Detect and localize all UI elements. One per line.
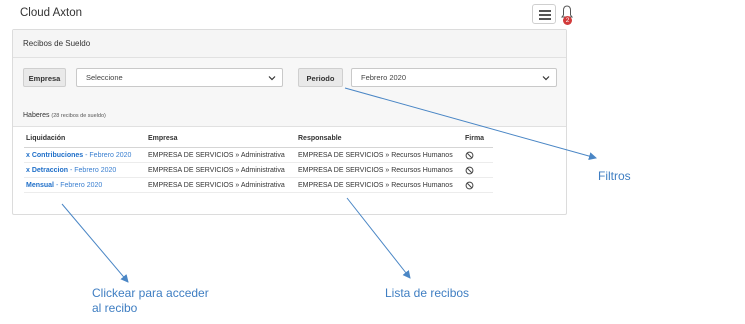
lista-arrow [346,197,411,279]
clickear-annotation-line1: Clickear para acceder [92,286,209,300]
filtros-annotation: Filtros [598,169,631,183]
lista-annotation: Lista de recibos [385,286,470,300]
annotation-arrows [61,87,597,283]
filtros-arrow [344,87,597,160]
clickear-annotation-line2: al recibo [92,301,138,315]
clickear-arrow [61,203,129,283]
